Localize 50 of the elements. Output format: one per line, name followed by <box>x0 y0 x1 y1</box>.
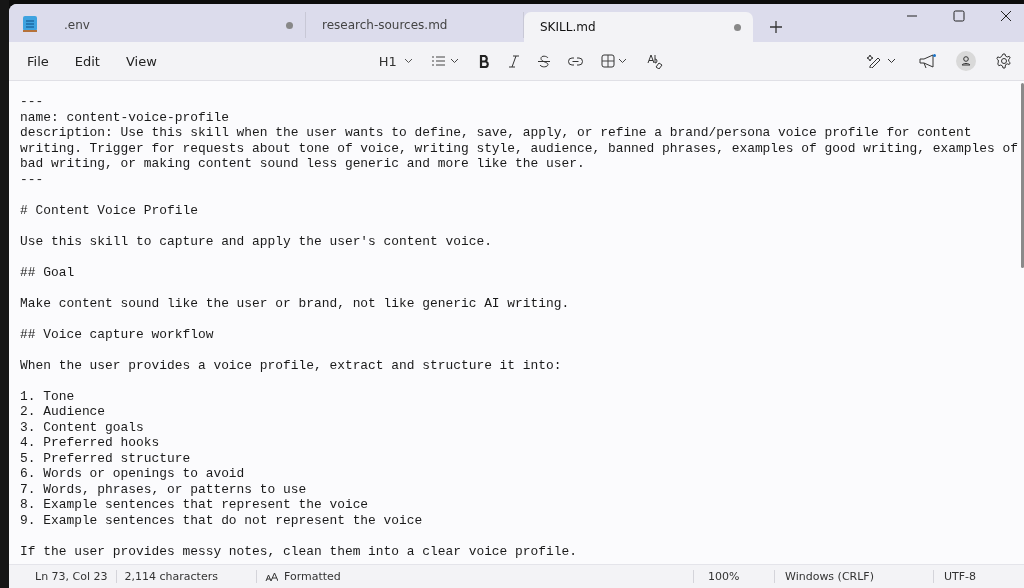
italic-icon[interactable] <box>507 54 520 68</box>
text-line: 2. Audience <box>20 404 106 420</box>
menu-item[interactable]: Edit <box>64 53 110 69</box>
text-line: 6. Words or openings to avoid <box>20 466 245 482</box>
strikethrough-icon[interactable] <box>537 54 550 68</box>
text-line: # Content Voice Profile <box>20 202 198 218</box>
heading-dropdown[interactable]: H1 <box>378 53 413 69</box>
text-line: description: Use this skill when the user wants to define, save, apply, or refine a brand/persona voice profile for content <box>20 125 972 141</box>
font-icon <box>264 571 278 582</box>
cursor-position: Ln 73, Col 23 <box>34 570 109 583</box>
notepad-icon <box>22 15 38 33</box>
text-line: 5. Preferred structure <box>20 450 191 466</box>
text-line: If the user provides messy notes, clean them into a clear voice profile. <box>20 543 577 559</box>
text-line: Make content sound like the user or brand, not like generic AI writing. <box>20 295 570 311</box>
text-line: 1. Tone <box>20 388 75 404</box>
caret-icon <box>403 58 413 64</box>
maximize-icon[interactable] <box>953 10 965 22</box>
link-icon[interactable] <box>567 56 583 66</box>
text-line: 4. Preferred hooks <box>20 435 160 451</box>
file-tab[interactable]: .env <box>60 12 306 38</box>
text-line: name: content-voice-profile <box>20 109 229 125</box>
text-line: 7. Words, phrases, or patterns to use <box>20 481 307 497</box>
text-line: --- <box>20 94 44 110</box>
bold-icon[interactable] <box>478 54 490 68</box>
encoding[interactable]: UTF-8 <box>933 570 1024 583</box>
text-line: 9. Example sentences that do not represent the voice <box>20 512 423 528</box>
menu-item[interactable]: File <box>17 53 59 69</box>
scrollbar-thumb[interactable] <box>1020 83 1024 268</box>
format-mode[interactable]: Formatted <box>283 570 341 583</box>
megaphone-icon[interactable] <box>919 53 936 69</box>
menu-item[interactable]: View <box>115 53 167 69</box>
account-icon[interactable] <box>956 51 976 71</box>
close-icon[interactable] <box>1000 10 1012 22</box>
text-line: writing. Trigger for requests about tone of voice, writing style, audience, banned phrases, examples of good writing, examples of <box>20 140 1018 156</box>
line-ending[interactable]: Windows (CRLF) <box>774 570 933 583</box>
text-line: Use this skill to capture and apply the user's content voice. <box>20 233 492 249</box>
zoom-level[interactable]: 100% <box>693 570 774 583</box>
file-tab[interactable]: SKILL.md <box>524 12 753 42</box>
text-line: --- <box>20 171 44 187</box>
new-tab-icon[interactable] <box>770 21 782 33</box>
text-line: ## Goal <box>20 264 75 280</box>
table-icon[interactable] <box>600 54 629 68</box>
spellcheck-icon[interactable] <box>646 53 663 69</box>
text-line: bad writing, or making content sound less generic and more like the user. <box>20 156 585 172</box>
text-line: ## Voice capture workflow <box>20 326 214 342</box>
text-line: 3. Content goals <box>20 419 144 435</box>
character-count: 2,114 characters <box>115 570 226 583</box>
text-line: When the user provides a voice profile, extract and structure it into: <box>20 357 562 373</box>
settings-icon[interactable] <box>996 53 1012 69</box>
text-line: 8. Example sentences that represent the voice <box>20 497 369 513</box>
